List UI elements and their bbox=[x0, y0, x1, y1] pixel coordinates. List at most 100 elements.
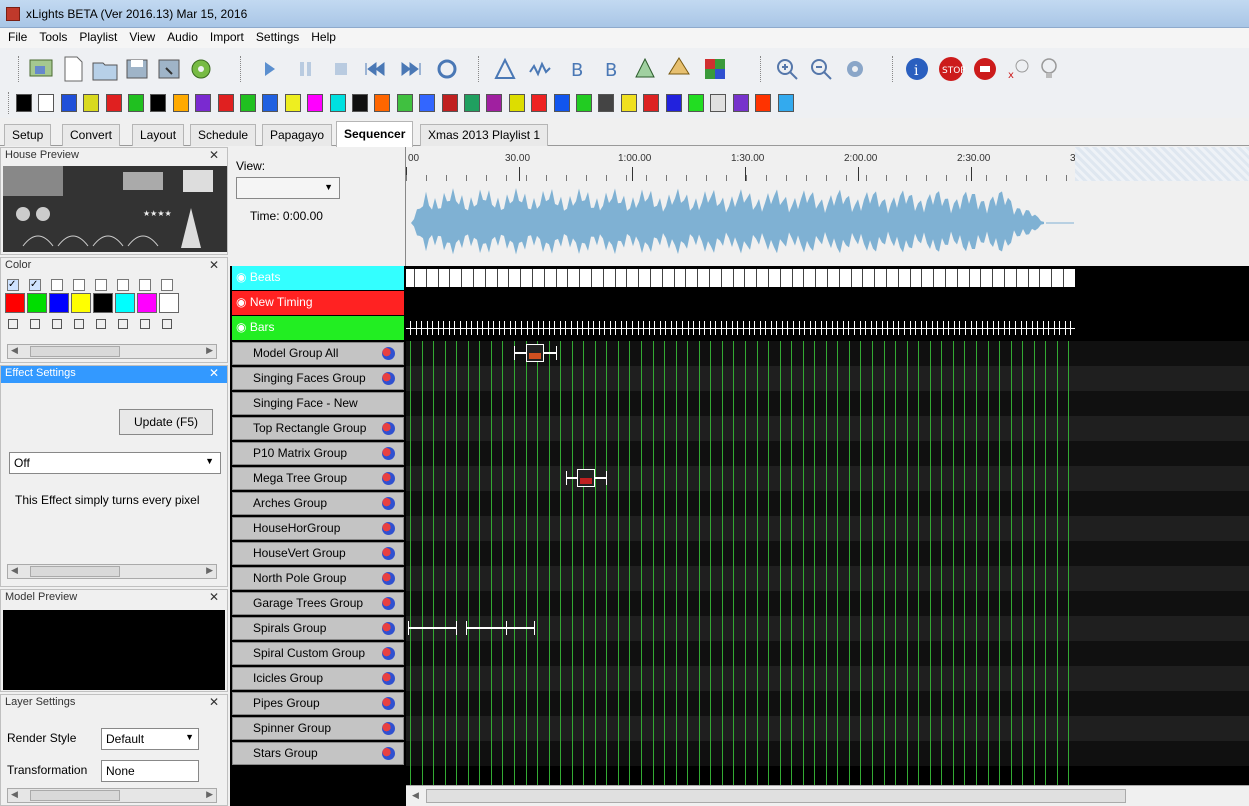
bulb-off-icon[interactable]: x bbox=[1004, 54, 1034, 84]
tab-setup[interactable]: Setup bbox=[4, 124, 52, 146]
effect-icon[interactable] bbox=[329, 94, 346, 112]
model-row-track[interactable] bbox=[406, 666, 1249, 691]
model-row-label[interactable]: Stars Group bbox=[232, 742, 404, 765]
palette-checkbox[interactable] bbox=[117, 279, 129, 291]
rewind-icon[interactable] bbox=[360, 54, 390, 84]
pen-tool-icon[interactable] bbox=[490, 54, 520, 84]
palette-checkbox[interactable] bbox=[95, 279, 107, 291]
palette-shift-icon[interactable] bbox=[162, 319, 172, 329]
effect-icon[interactable] bbox=[620, 94, 637, 112]
effect-select[interactable]: Off ▼ bbox=[9, 452, 221, 474]
update-button[interactable]: Update (F5) bbox=[119, 409, 213, 435]
stop-sign-icon[interactable]: STOP bbox=[936, 54, 966, 84]
palette-swatch[interactable] bbox=[159, 293, 179, 313]
palette-checkbox[interactable] bbox=[51, 279, 63, 291]
menu-audio[interactable]: Audio bbox=[161, 28, 204, 46]
timing-radio-icon[interactable]: ◉ bbox=[236, 320, 250, 334]
model-row-label[interactable]: Icicles Group bbox=[232, 667, 404, 690]
effect-block[interactable] bbox=[506, 627, 534, 629]
horizontal-scrollbar[interactable]: ◀ ▶ bbox=[7, 788, 217, 803]
model-row-track[interactable] bbox=[406, 591, 1249, 616]
palette-checkbox[interactable] bbox=[139, 279, 151, 291]
menu-import[interactable]: Import bbox=[204, 28, 250, 46]
model-render-icon[interactable] bbox=[382, 372, 395, 385]
model-row-track[interactable] bbox=[406, 466, 1249, 491]
model-row-label[interactable]: HouseVert Group bbox=[232, 542, 404, 565]
model-row-track[interactable] bbox=[406, 641, 1249, 666]
render-gear-icon[interactable] bbox=[186, 54, 216, 84]
effect-icon[interactable] bbox=[307, 94, 324, 112]
model-row-label[interactable]: P10 Matrix Group bbox=[232, 442, 404, 465]
effect-icon[interactable] bbox=[262, 94, 279, 112]
effect-icon[interactable] bbox=[531, 94, 548, 112]
effect-icon[interactable] bbox=[688, 94, 704, 112]
model-render-icon[interactable] bbox=[382, 522, 395, 535]
effect-icon[interactable] bbox=[16, 94, 32, 112]
render-style-select[interactable]: Default ▼ bbox=[101, 728, 199, 750]
close-icon[interactable]: ✕ bbox=[209, 148, 219, 162]
effect-icon[interactable] bbox=[576, 94, 592, 112]
model-row-label[interactable]: Arches Group bbox=[232, 492, 404, 515]
palette-checkbox[interactable] bbox=[161, 279, 173, 291]
model-render-icon[interactable] bbox=[382, 447, 395, 460]
color-tool-icon[interactable] bbox=[700, 54, 730, 84]
pause-icon[interactable] bbox=[290, 54, 320, 84]
tab-convert[interactable]: Convert bbox=[62, 124, 121, 146]
time-ruler[interactable]: 0030.001:00.001:30.002:00.002:30.003:00.… bbox=[406, 147, 1249, 181]
effect-icon[interactable] bbox=[419, 94, 436, 112]
palette-shift-icon[interactable] bbox=[140, 319, 150, 329]
info-icon[interactable]: i bbox=[902, 54, 932, 84]
timing-radio-icon[interactable]: ◉ bbox=[236, 270, 250, 284]
play-icon[interactable] bbox=[254, 54, 284, 84]
effect-icon[interactable] bbox=[284, 94, 301, 112]
model-row-label[interactable]: Singing Face - New bbox=[232, 392, 404, 415]
effect-icon[interactable] bbox=[508, 94, 525, 112]
effect-icon[interactable] bbox=[598, 94, 615, 112]
effect-icon[interactable] bbox=[128, 94, 144, 112]
horizontal-scrollbar[interactable]: ◀ ▶ bbox=[7, 564, 217, 579]
model-row-label[interactable]: Singing Faces Group bbox=[232, 367, 404, 390]
palette-shift-icon[interactable] bbox=[8, 319, 18, 329]
model-row-track[interactable] bbox=[406, 391, 1249, 416]
save-as-icon[interactable] bbox=[154, 54, 184, 84]
model-row-track[interactable] bbox=[406, 541, 1249, 566]
palette-shift-icon[interactable] bbox=[30, 319, 40, 329]
palette-swatch[interactable] bbox=[71, 293, 91, 313]
save-icon[interactable] bbox=[122, 54, 152, 84]
model-render-icon[interactable] bbox=[382, 547, 395, 560]
effect-icon[interactable] bbox=[105, 94, 122, 112]
close-icon[interactable]: ✕ bbox=[209, 590, 219, 604]
open-network-icon[interactable] bbox=[26, 54, 56, 84]
model-render-icon[interactable] bbox=[382, 722, 395, 735]
model-tool-icon[interactable] bbox=[630, 54, 660, 84]
effect-icon[interactable] bbox=[643, 94, 660, 112]
model-render-icon[interactable] bbox=[382, 422, 395, 435]
timeline-scrollbar[interactable]: ◀ bbox=[406, 785, 1249, 806]
effect-icon[interactable] bbox=[553, 94, 570, 112]
text-tool-icon[interactable]: B bbox=[562, 54, 592, 84]
view-select[interactable]: ▼ bbox=[236, 177, 340, 199]
effect-icon[interactable] bbox=[172, 94, 189, 112]
effect-icon[interactable] bbox=[374, 94, 391, 112]
model-row-track[interactable] bbox=[406, 691, 1249, 716]
tab-layout[interactable]: Layout bbox=[132, 124, 185, 146]
palette-shift-icon[interactable] bbox=[52, 319, 62, 329]
zoom-out-icon[interactable] bbox=[806, 54, 836, 84]
text-tool-alt-icon[interactable]: B bbox=[596, 54, 626, 84]
waveform-tool-icon[interactable] bbox=[526, 54, 556, 84]
model-row-label[interactable]: Spirals Group bbox=[232, 617, 404, 640]
model-render-icon[interactable] bbox=[382, 622, 395, 635]
effect-icon[interactable] bbox=[38, 94, 55, 112]
model-render-icon[interactable] bbox=[382, 672, 395, 685]
model-row-label[interactable]: HouseHorGroup bbox=[232, 517, 404, 540]
menu-settings[interactable]: Settings bbox=[250, 28, 305, 46]
palette-shift-icon[interactable] bbox=[96, 319, 106, 329]
output-off-icon[interactable] bbox=[970, 54, 1000, 84]
menu-view[interactable]: View bbox=[123, 28, 161, 46]
menu-tools[interactable]: Tools bbox=[33, 28, 73, 46]
palette-swatch[interactable] bbox=[115, 293, 135, 313]
stop-icon[interactable] bbox=[326, 54, 356, 84]
timing-track-beats[interactable]: ◉ Beats bbox=[232, 266, 404, 290]
effect-icon[interactable] bbox=[195, 94, 212, 112]
palette-swatch[interactable] bbox=[137, 293, 157, 313]
